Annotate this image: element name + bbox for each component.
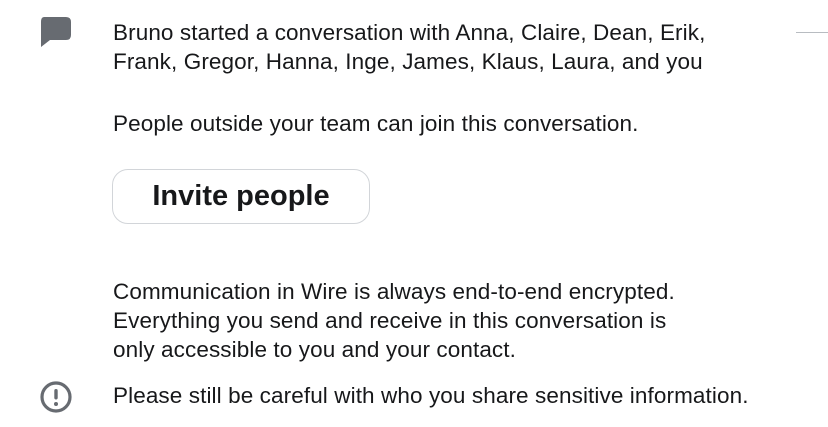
- conversation-started-text: Bruno started a conversation with Anna, …: [113, 18, 705, 76]
- invite-people-button[interactable]: Invite people: [112, 169, 370, 224]
- participants-line-2: Frank, Gregor, Hanna, Inge, James, Klaus…: [113, 49, 703, 74]
- encryption-line-1: Communication in Wire is always end-to-e…: [113, 279, 675, 304]
- exclamation-circle-icon: [40, 381, 72, 413]
- encryption-line-3: only accessible to you and your contact.: [113, 337, 516, 362]
- timeline-divider: [796, 32, 828, 33]
- guest-access-notice: People outside your team can join this c…: [113, 111, 639, 136]
- chat-bubble-icon: [41, 17, 71, 47]
- encryption-notice: Communication in Wire is always end-to-e…: [113, 277, 675, 364]
- encryption-line-2: Everything you send and receive in this …: [113, 308, 667, 333]
- sensitive-info-warning: Please still be careful with who you sha…: [113, 383, 749, 408]
- participants-line-1: Bruno started a conversation with Anna, …: [113, 20, 706, 45]
